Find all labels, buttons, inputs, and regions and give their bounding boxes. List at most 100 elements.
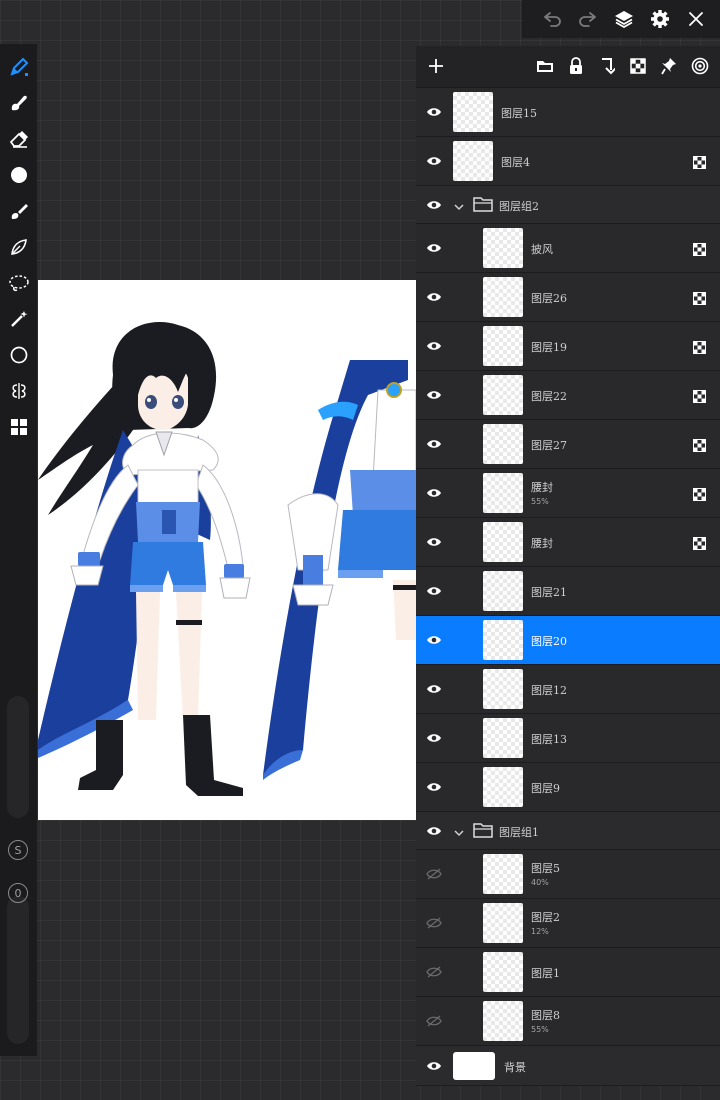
layer-name: 背景: [504, 1061, 526, 1074]
visibility-eye-icon[interactable]: [421, 665, 447, 713]
size-toggle[interactable]: S: [8, 840, 28, 860]
layer-row[interactable]: 图层2 12%: [416, 899, 720, 948]
visibility-eye-icon[interactable]: [421, 273, 447, 321]
layer-thumbnail: [483, 952, 523, 992]
layer-thumbnail: [483, 718, 523, 758]
visibility-eye-icon[interactable]: [421, 371, 447, 419]
vector-icon[interactable]: [0, 230, 37, 264]
checker-icon[interactable]: [693, 388, 706, 403]
undo-icon[interactable]: [534, 0, 570, 38]
layer-row[interactable]: 图层12: [416, 665, 720, 714]
folder-icon[interactable]: [533, 54, 557, 78]
grid-icon[interactable]: [0, 410, 37, 444]
magic-wand-icon[interactable]: [0, 302, 37, 336]
visibility-hidden-icon[interactable]: [421, 948, 447, 996]
layer-group-row[interactable]: 图层组2: [416, 186, 720, 224]
layer-row[interactable]: 图层21: [416, 567, 720, 616]
color-circle-icon[interactable]: [0, 158, 37, 192]
visibility-eye-icon[interactable]: [421, 812, 447, 849]
layer-row[interactable]: 图层19: [416, 322, 720, 371]
layer-row[interactable]: 图层13: [416, 714, 720, 763]
layer-thumbnail: [483, 767, 523, 807]
layer-name: 披风: [531, 243, 553, 256]
checker-icon[interactable]: [693, 290, 706, 305]
layer-name: 腰封: [531, 537, 553, 550]
checker-icon[interactable]: [693, 486, 706, 501]
visibility-eye-icon[interactable]: [421, 322, 447, 370]
character-illustration: [38, 322, 416, 796]
layer-name: 图层5: [531, 862, 560, 875]
layer-row[interactable]: 图层1: [416, 948, 720, 997]
visibility-eye-icon[interactable]: [421, 420, 447, 468]
visibility-hidden-icon[interactable]: [421, 899, 447, 947]
visibility-eye-icon[interactable]: [421, 567, 447, 615]
layer-group-row[interactable]: 图层组1: [416, 812, 720, 850]
layer-row[interactable]: 图层15: [416, 88, 720, 137]
visibility-eye-icon[interactable]: [421, 469, 447, 517]
layer-thumbnail: [483, 669, 523, 709]
layer-row[interactable]: 图层9: [416, 763, 720, 812]
folder-icon: [473, 822, 493, 842]
checker-icon[interactable]: [693, 154, 706, 169]
brush-icon[interactable]: [0, 50, 37, 84]
lasso-icon[interactable]: [0, 266, 37, 300]
target-icon[interactable]: [688, 54, 712, 78]
visibility-eye-icon[interactable]: [421, 1046, 447, 1085]
layers-toolbar: [416, 46, 720, 88]
checker-icon[interactable]: [693, 241, 706, 256]
visibility-hidden-icon[interactable]: [421, 997, 447, 1045]
layer-row[interactable]: 披风: [416, 224, 720, 273]
fill-brush-icon[interactable]: [0, 194, 37, 228]
visibility-eye-icon[interactable]: [421, 88, 447, 136]
layer-name: 图层8: [531, 1009, 560, 1022]
layer-thumbnail: [483, 522, 523, 562]
checker-icon[interactable]: [693, 339, 706, 354]
layer-row-selected[interactable]: 图层20: [416, 616, 720, 665]
checker-icon[interactable]: [693, 437, 706, 452]
close-icon[interactable]: [678, 0, 714, 38]
visibility-eye-icon[interactable]: [421, 186, 447, 223]
layer-row[interactable]: 图层26: [416, 273, 720, 322]
layer-thumbnail: [453, 1052, 495, 1080]
layer-row[interactable]: 腰封 55%: [416, 469, 720, 518]
group-name: 图层组2: [499, 200, 539, 213]
smudge-icon[interactable]: [0, 86, 37, 120]
canvas-artwork[interactable]: [38, 280, 416, 820]
plus-icon[interactable]: [424, 54, 448, 78]
eraser-icon[interactable]: [0, 122, 37, 156]
chevron-down-icon[interactable]: [453, 198, 465, 211]
symmetry-icon[interactable]: [0, 374, 37, 408]
opacity-toggle[interactable]: 0: [8, 883, 28, 903]
lock-icon[interactable]: [564, 54, 588, 78]
layer-row[interactable]: 图层8 55%: [416, 997, 720, 1046]
visibility-eye-icon[interactable]: [421, 137, 447, 185]
visibility-eye-icon[interactable]: [421, 616, 447, 664]
top-toolbar: [522, 0, 720, 38]
visibility-eye-icon[interactable]: [421, 224, 447, 272]
layer-row[interactable]: 图层4: [416, 137, 720, 186]
pin-icon[interactable]: [657, 54, 681, 78]
layer-opacity: 12%: [531, 927, 549, 936]
shape-circle-icon[interactable]: [0, 338, 37, 372]
redo-icon[interactable]: [570, 0, 606, 38]
checker-icon[interactable]: [693, 535, 706, 550]
layers-icon[interactable]: [606, 0, 642, 38]
brush-size-slider[interactable]: [7, 696, 29, 818]
merge-down-icon[interactable]: [595, 54, 619, 78]
layer-thumbnail: [483, 326, 523, 366]
layer-row[interactable]: 腰封: [416, 518, 720, 567]
chevron-down-icon[interactable]: [453, 824, 465, 837]
layer-name: 图层20: [531, 635, 567, 648]
layer-row[interactable]: 图层27: [416, 420, 720, 469]
opacity-slider[interactable]: [7, 896, 29, 1044]
settings-icon[interactable]: [642, 0, 678, 38]
layer-thumbnail: [483, 854, 523, 894]
background-layer-row[interactable]: 背景: [416, 1046, 720, 1086]
visibility-eye-icon[interactable]: [421, 763, 447, 811]
visibility-eye-icon[interactable]: [421, 714, 447, 762]
visibility-eye-icon[interactable]: [421, 518, 447, 566]
layer-row[interactable]: 图层5 40%: [416, 850, 720, 899]
layer-row[interactable]: 图层22: [416, 371, 720, 420]
visibility-hidden-icon[interactable]: [421, 850, 447, 898]
checker-icon[interactable]: [626, 54, 650, 78]
